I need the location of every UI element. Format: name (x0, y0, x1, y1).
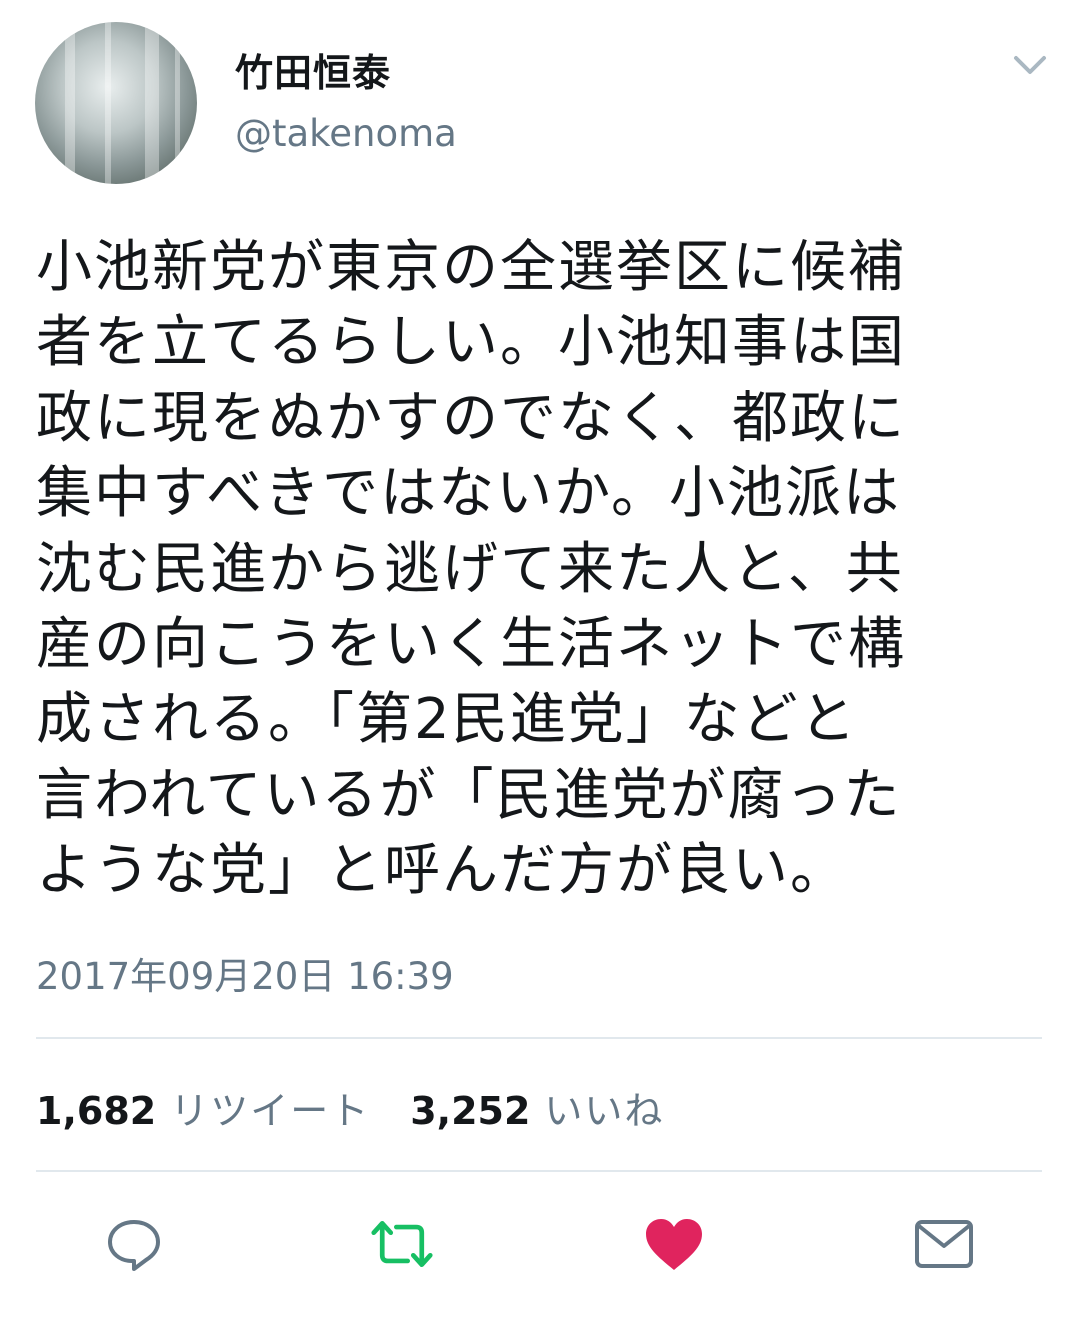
retweet-icon (371, 1220, 433, 1268)
envelope-icon (915, 1220, 973, 1268)
tweet-stats: 1,682 リツイート 3,252 いいね (36, 1080, 704, 1135)
tweet-text-line: ような党」と呼んだ方が良い。 (36, 838, 848, 904)
tweet-text: 小池新党が東京の全選挙区に候補 者を立てるらしい。小池知事は国 政に現をぬかすの… (36, 230, 1036, 909)
likes-label: いいね (544, 1089, 665, 1133)
avatar[interactable] (35, 22, 197, 184)
tweet-timestamp[interactable]: 2017年09月20日 16:39 (36, 946, 454, 1000)
tweet-text-line: 政に現をぬかすのでなく、都政に (36, 385, 906, 451)
tweet-text-line: 産の向こうをいく生活ネットで構 (36, 612, 906, 678)
retweets-stat[interactable]: 1,682 リツイート (36, 1080, 370, 1135)
retweet-button[interactable] (370, 1212, 434, 1276)
reply-icon (108, 1220, 160, 1271)
chevron-down-icon[interactable] (1010, 50, 1050, 80)
like-button[interactable] (642, 1212, 706, 1276)
tweet-text-line: 集中すべきではないか。小池派は (36, 461, 901, 527)
tweet-text-line: 沈む民進から逃げて来た人と、共 (36, 536, 904, 602)
retweets-count: 1,682 (36, 1089, 157, 1133)
heart-icon (646, 1219, 702, 1270)
reply-button[interactable] (102, 1212, 166, 1276)
retweets-label: リツイート (170, 1089, 371, 1133)
dm-button[interactable] (912, 1212, 976, 1276)
divider (36, 1037, 1042, 1039)
likes-stat[interactable]: 3,252 いいね (410, 1080, 664, 1135)
tweet-text-line: 小池新党が東京の全選挙区に候補 (36, 235, 906, 300)
divider (36, 1170, 1042, 1172)
user-handle[interactable]: @takenoma (235, 112, 457, 155)
tweet-text-line: 言われているが「民進党が腐った (36, 762, 902, 828)
tweet-text-line: 成される。「第2民進党」などと (36, 687, 858, 753)
likes-count: 3,252 (410, 1089, 531, 1133)
tweet-text-line: 者を立てるらしい。小池知事は国 (36, 310, 906, 376)
user-display-name[interactable]: 竹田恒泰 (235, 42, 391, 97)
